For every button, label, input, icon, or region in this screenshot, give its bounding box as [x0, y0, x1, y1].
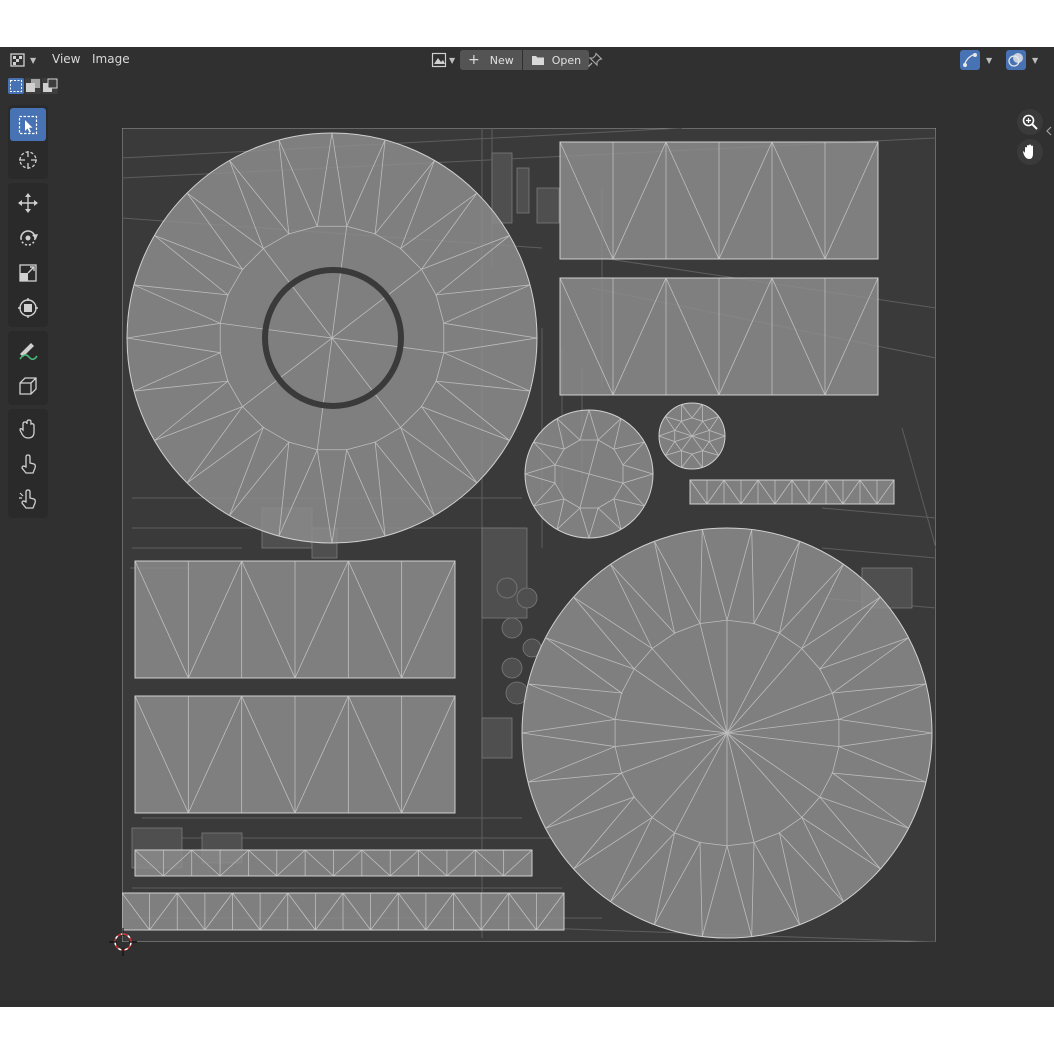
chevron-down-icon: ▼: [449, 55, 456, 65]
gizmo-icon: [963, 53, 977, 67]
select-extend-icon: [26, 79, 40, 92]
rip-region-icon: [19, 376, 37, 395]
image-editor-icon: [10, 53, 25, 67]
tool-cursor[interactable]: [10, 143, 46, 176]
tool-annotate[interactable]: [10, 334, 46, 367]
zoom-icon: [1022, 114, 1038, 130]
tool-scale[interactable]: [10, 256, 46, 289]
new-button-label: New: [489, 53, 514, 67]
tool-pinch[interactable]: [10, 482, 46, 515]
select-extend-button[interactable]: [25, 78, 41, 94]
pan-button[interactable]: [1017, 139, 1043, 165]
gizmo-toggle[interactable]: ▼: [960, 50, 992, 70]
menu-view[interactable]: View: [52, 52, 80, 66]
open-button-label: Open: [551, 53, 582, 67]
folder-icon: [531, 56, 544, 65]
plus-icon: +: [468, 52, 480, 68]
overlay-icon: [1008, 53, 1023, 67]
scale-icon: [19, 263, 37, 282]
tool-transform[interactable]: [10, 291, 46, 324]
pinch-icon: [19, 488, 36, 509]
select-subtract-icon: [43, 78, 58, 92]
select-box-icon: [18, 115, 38, 134]
tool-grab[interactable]: [10, 412, 46, 445]
open-image-button[interactable]: Open: [522, 50, 590, 70]
selection-mode-buttons: [8, 78, 58, 94]
select-new-button[interactable]: [8, 78, 24, 94]
cursor-icon: [19, 150, 37, 169]
image-browse-icon: [431, 52, 447, 68]
uv-editor-window: ▼ View Image ▼ + New Open ▼ ▼: [0, 47, 1054, 1007]
editor-type-button[interactable]: ▼: [8, 50, 36, 70]
tool-rip-region[interactable]: [10, 369, 46, 402]
uv-layout-viewport[interactable]: [122, 128, 936, 942]
menu-image[interactable]: Image: [92, 52, 130, 66]
2d-cursor-icon[interactable]: [107, 926, 139, 958]
select-subtract-button[interactable]: [42, 78, 58, 94]
annotate-icon: [19, 342, 38, 360]
pin-button[interactable]: [587, 50, 603, 70]
zoom-button[interactable]: [1017, 109, 1043, 135]
pan-hand-icon: [1023, 144, 1033, 159]
editor-header: ▼ View Image ▼ + New Open ▼ ▼: [0, 47, 1054, 73]
relax-icon: [21, 453, 36, 474]
overlay-toggle[interactable]: ▼: [1006, 50, 1038, 70]
chevron-down-icon[interactable]: ▼: [986, 56, 992, 65]
tool-move[interactable]: [10, 186, 46, 219]
pin-icon: [588, 52, 603, 67]
image-browse-button[interactable]: ▼: [431, 50, 455, 70]
chevron-down-icon: ▼: [30, 55, 37, 65]
transform-icon: [18, 297, 38, 318]
rotate-icon: [20, 229, 38, 246]
tool-relax[interactable]: [10, 447, 46, 480]
tool-shelf: [8, 105, 48, 522]
tool-select-box[interactable]: [10, 108, 46, 141]
select-new-icon: [10, 80, 22, 92]
chevron-down-icon[interactable]: ▼: [1032, 56, 1038, 65]
grab-icon: [19, 418, 35, 439]
move-icon: [18, 192, 38, 213]
new-image-button[interactable]: + New: [460, 50, 522, 70]
sidebar-toggle-icon[interactable]: [1045, 125, 1053, 137]
tool-rotate[interactable]: [10, 221, 46, 254]
